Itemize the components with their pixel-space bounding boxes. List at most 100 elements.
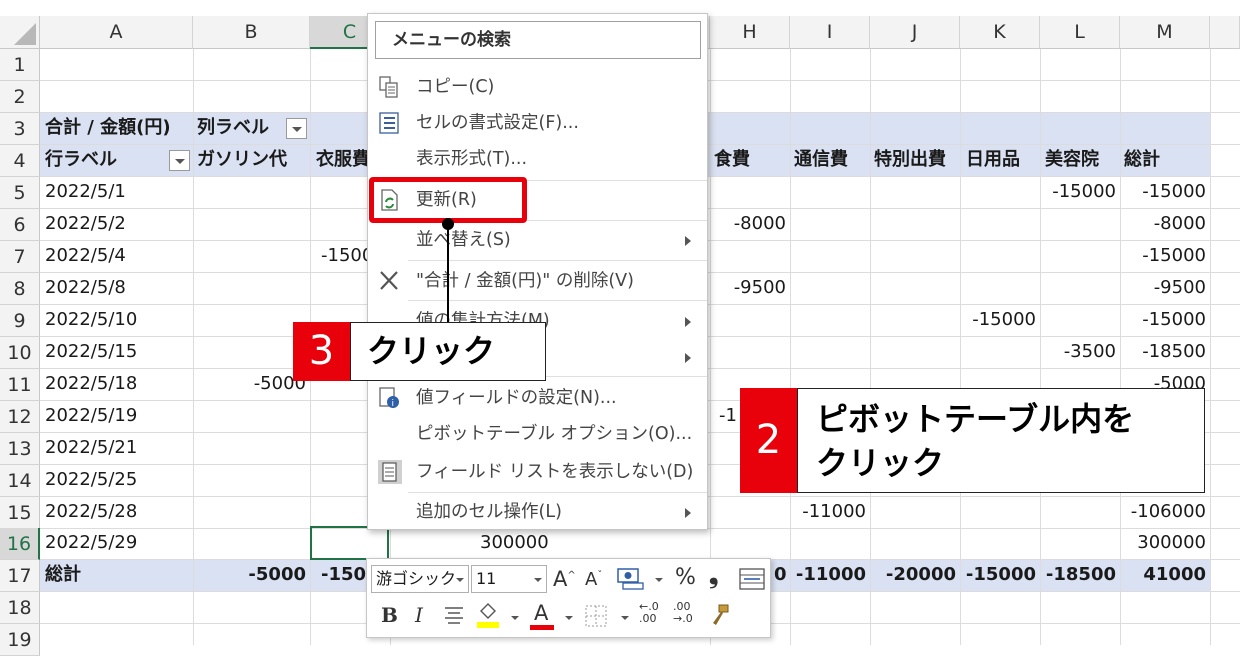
header-telecom[interactable]: 通信費 xyxy=(794,144,848,176)
decrease-font-size-button[interactable]: Aˇ xyxy=(585,569,602,590)
menu-item-more-cell-actions[interactable]: 追加のセル操作(L) xyxy=(368,494,707,530)
column-header-l[interactable]: L xyxy=(1040,16,1120,49)
total-cell[interactable]: -18500 xyxy=(1040,559,1116,591)
header-food[interactable]: 食費 xyxy=(714,144,750,176)
row-header-13[interactable]: 13 xyxy=(0,433,40,465)
row-header-10[interactable]: 10 xyxy=(0,337,40,369)
column-header-k[interactable]: K xyxy=(960,16,1040,49)
total-cell[interactable]: 41000 xyxy=(1120,559,1206,591)
row-header-18[interactable]: 18 xyxy=(0,592,40,624)
date-cell[interactable]: 2022/5/2 xyxy=(45,208,126,240)
column-header-h[interactable]: H xyxy=(710,16,790,49)
font-name-dropdown[interactable]: 游ゴシック xyxy=(371,565,469,593)
row-header-15[interactable]: 15 xyxy=(0,497,40,529)
row-header-7[interactable]: 7 xyxy=(0,241,40,273)
chevron-down-icon[interactable] xyxy=(621,616,629,620)
menu-item-pivot-options[interactable]: ピボットテーブル オプション(O)... xyxy=(368,416,707,452)
value-cell[interactable]: -8000 xyxy=(700,208,786,240)
value-cell[interactable]: 300000 xyxy=(480,527,549,559)
accounting-format-icon[interactable] xyxy=(617,567,645,591)
chevron-down-icon[interactable] xyxy=(655,578,663,582)
date-cell[interactable]: 2022/5/1 xyxy=(45,176,126,208)
header-clothing[interactable]: 衣服費 xyxy=(316,144,370,176)
increase-decimal-icon[interactable]: ←.0.00 xyxy=(639,601,659,625)
date-cell[interactable]: 2022/5/29 xyxy=(45,527,137,559)
date-cell[interactable]: 2022/5/28 xyxy=(45,496,137,528)
row-header-11[interactable]: 11 xyxy=(0,369,40,401)
row-header-8[interactable]: 8 xyxy=(0,273,40,305)
value-cell[interactable]: -1 xyxy=(719,400,737,432)
date-cell[interactable]: 2022/5/8 xyxy=(45,272,126,304)
menu-item-hide-field-list[interactable]: フィールド リストを表示しない(D) xyxy=(368,454,707,490)
row-header-4[interactable]: 4 xyxy=(0,145,40,177)
row-header-6[interactable]: 6 xyxy=(0,209,40,241)
active-cell-c16[interactable] xyxy=(310,526,389,560)
borders-icon[interactable] xyxy=(585,605,607,627)
fill-color-bucket-icon[interactable] xyxy=(475,601,501,629)
value-cell[interactable]: -18500 xyxy=(1120,336,1206,368)
column-header-m[interactable]: M xyxy=(1120,16,1210,49)
italic-button[interactable]: I xyxy=(415,603,423,627)
row-header-16[interactable]: 16 xyxy=(0,528,40,560)
column-header-j[interactable]: J xyxy=(870,16,960,49)
row-header-14[interactable]: 14 xyxy=(0,465,40,497)
row-header-2[interactable]: 2 xyxy=(0,81,40,113)
total-cell[interactable]: -5000 xyxy=(193,559,306,591)
menu-item-format-cells[interactable]: セルの書式設定(F)... xyxy=(368,105,707,141)
menu-search-input[interactable]: メニューの検索 xyxy=(375,21,701,59)
value-cell[interactable]: -15000 xyxy=(960,304,1036,336)
total-cell[interactable]: -15000 xyxy=(960,559,1036,591)
merge-center-icon[interactable] xyxy=(739,567,765,591)
total-cell[interactable]: -11000 xyxy=(790,559,866,591)
value-cell[interactable]: -11000 xyxy=(790,496,866,528)
chevron-down-icon[interactable] xyxy=(511,616,519,620)
date-cell[interactable]: 2022/5/4 xyxy=(45,240,126,272)
column-filter-dropdown-icon[interactable] xyxy=(286,118,307,139)
value-cell[interactable]: -106000 xyxy=(1110,496,1206,528)
column-header-i[interactable]: I xyxy=(790,16,870,49)
row-filter-dropdown-icon[interactable] xyxy=(169,150,190,171)
total-cell[interactable]: -20000 xyxy=(870,559,956,591)
row-header-12[interactable]: 12 xyxy=(0,401,40,433)
column-header-a[interactable]: A xyxy=(40,16,193,49)
date-cell[interactable]: 2022/5/18 xyxy=(45,368,137,400)
increase-font-size-button[interactable]: A^ xyxy=(553,567,576,591)
value-cell[interactable]: -15000 xyxy=(1120,304,1206,336)
chevron-down-icon[interactable] xyxy=(565,616,573,620)
value-cell[interactable]: -15000 xyxy=(1120,240,1206,272)
value-cell[interactable]: -3500 xyxy=(1040,336,1116,368)
row-header-3[interactable]: 3 xyxy=(0,113,40,145)
percent-style-button[interactable]: % xyxy=(675,565,696,590)
header-special[interactable]: 特別出費 xyxy=(874,144,946,176)
value-cell[interactable]: -9500 xyxy=(1120,272,1206,304)
pivot-column-label[interactable]: 列ラベル xyxy=(197,112,269,144)
total-cell[interactable]: 0 xyxy=(774,559,787,591)
header-gasoline[interactable]: ガソリン代 xyxy=(197,144,287,176)
row-header-1[interactable]: 1 xyxy=(0,49,40,81)
date-cell[interactable]: 2022/5/10 xyxy=(45,304,137,336)
pivot-corner-label[interactable]: 合計 / 金額(円) xyxy=(45,112,171,144)
value-cell[interactable]: -1500 xyxy=(321,240,373,272)
comma-style-button[interactable]: ❟ xyxy=(709,561,718,589)
align-center-icon[interactable] xyxy=(443,605,465,627)
row-header-5[interactable]: 5 xyxy=(0,177,40,209)
total-row-label[interactable]: 総計 xyxy=(45,559,81,591)
menu-item-remove-field[interactable]: "合計 / 金額(円)" の削除(V) xyxy=(368,263,707,299)
total-cell[interactable]: -150 xyxy=(321,559,366,591)
menu-item-sort[interactable]: 並べ替え(S) xyxy=(368,222,707,258)
pivot-row-label[interactable]: 行ラベル xyxy=(45,144,117,176)
column-header-b[interactable]: B xyxy=(193,16,310,49)
value-cell[interactable]: 300000 xyxy=(1120,527,1206,559)
header-grand-total[interactable]: 総計 xyxy=(1124,144,1160,176)
value-cell[interactable]: -5000 xyxy=(193,368,306,400)
format-painter-icon[interactable] xyxy=(707,603,731,627)
bold-button[interactable]: B xyxy=(381,603,398,627)
value-cell[interactable]: -15000 xyxy=(1120,176,1206,208)
menu-item-number-format[interactable]: 表示形式(T)... xyxy=(368,141,707,177)
date-cell[interactable]: 2022/5/15 xyxy=(45,336,137,368)
select-all-corner[interactable] xyxy=(0,16,40,49)
font-color-button[interactable]: A xyxy=(534,601,548,625)
decrease-decimal-icon[interactable]: .00 →.0 xyxy=(673,601,693,625)
menu-item-copy[interactable]: コピー(C) xyxy=(368,69,707,105)
date-cell[interactable]: 2022/5/25 xyxy=(45,464,137,496)
